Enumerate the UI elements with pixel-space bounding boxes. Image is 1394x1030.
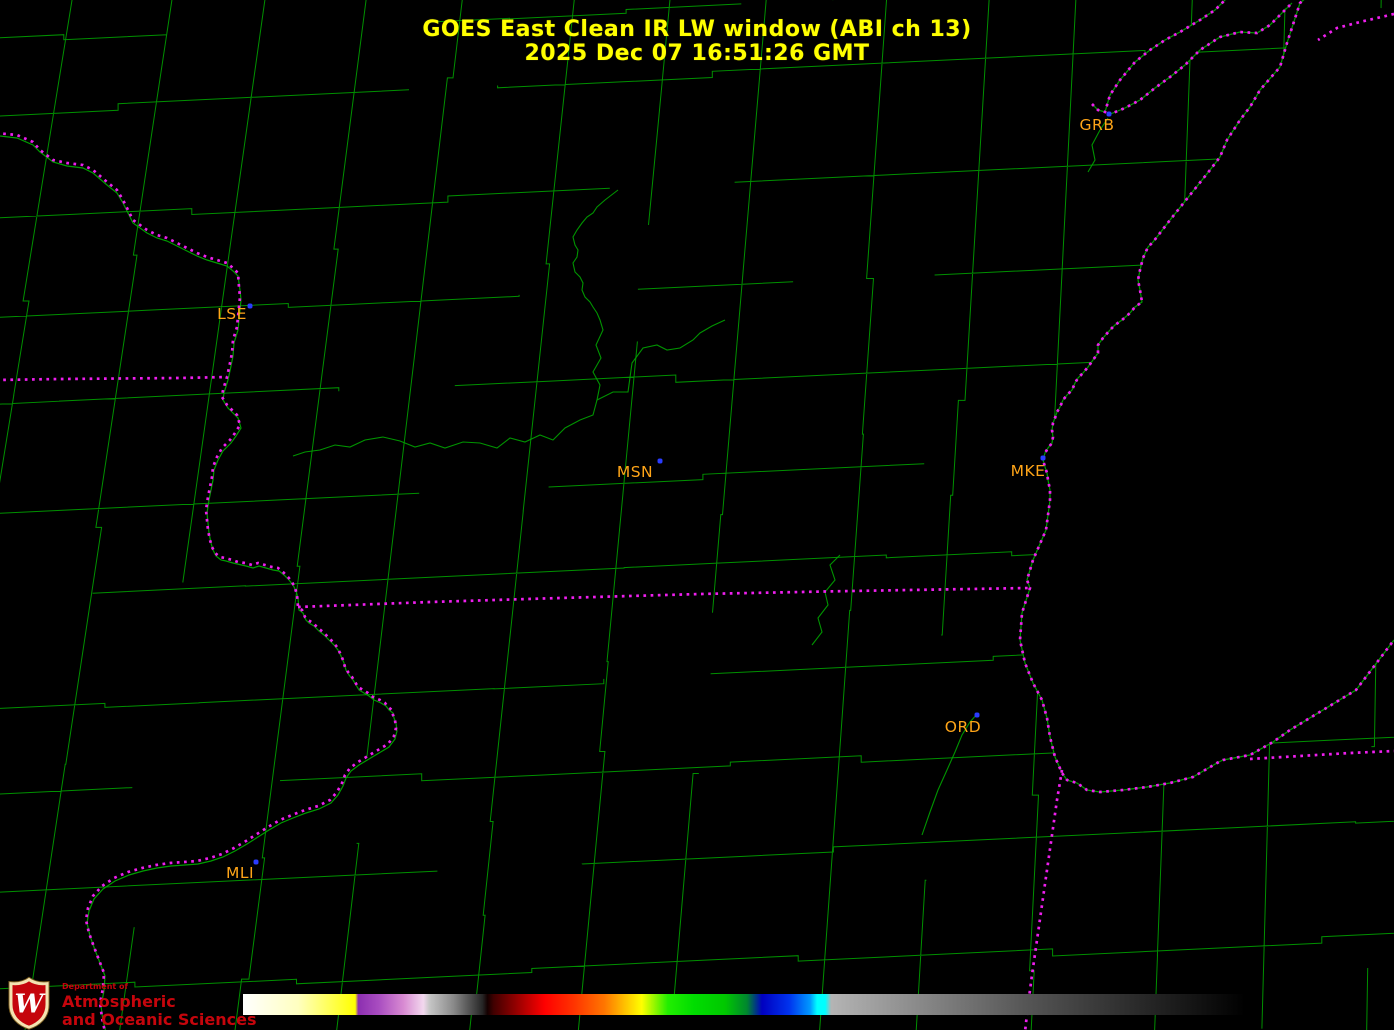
logo-dept-text: Department of — [62, 982, 129, 991]
lake-michigan-water — [1020, 0, 1394, 792]
station-dot-ord — [974, 712, 980, 718]
minnesota-iowa-border — [0, 375, 228, 382]
wisconsin-illinois-border — [297, 586, 1031, 609]
temperature-colorbar — [243, 994, 1245, 1015]
logo-name-line2: and Oceanic Sciences — [62, 1010, 257, 1029]
lower-wisconsin-river — [292, 399, 598, 457]
station-dot-mli — [253, 859, 259, 865]
indiana-michigan-border — [1249, 749, 1394, 761]
station-dot-lse — [247, 303, 253, 309]
station-label-lse: LSE — [217, 305, 247, 323]
station-label-ord: ORD — [944, 718, 982, 736]
station-label-mke: MKE — [1010, 462, 1046, 480]
station-dot-mke — [1040, 455, 1046, 461]
satellite-map[interactable] — [0, 0, 1394, 1030]
station-label-mli: MLI — [225, 864, 255, 882]
uw-aos-logo-link[interactable]: W Department of Atmospheric and Oceanic … — [8, 976, 256, 1030]
logo-name-line1: Atmospheric — [62, 992, 176, 1011]
illinois-indiana-border — [1023, 769, 1064, 1030]
station-label-grb: GRB — [1079, 116, 1115, 134]
rock-river — [811, 554, 841, 646]
river-lines-layer — [292, 117, 1109, 836]
uw-crest-icon: W — [8, 976, 50, 1030]
satellite-image-viewport[interactable]: GOES East Clean IR LW window (ABI ch 13)… — [0, 0, 1394, 1030]
station-label-msn: MSN — [616, 463, 654, 481]
station-dot-msn — [657, 458, 663, 464]
station-dot-grb — [1106, 111, 1112, 117]
crest-letter: W — [15, 990, 47, 1020]
